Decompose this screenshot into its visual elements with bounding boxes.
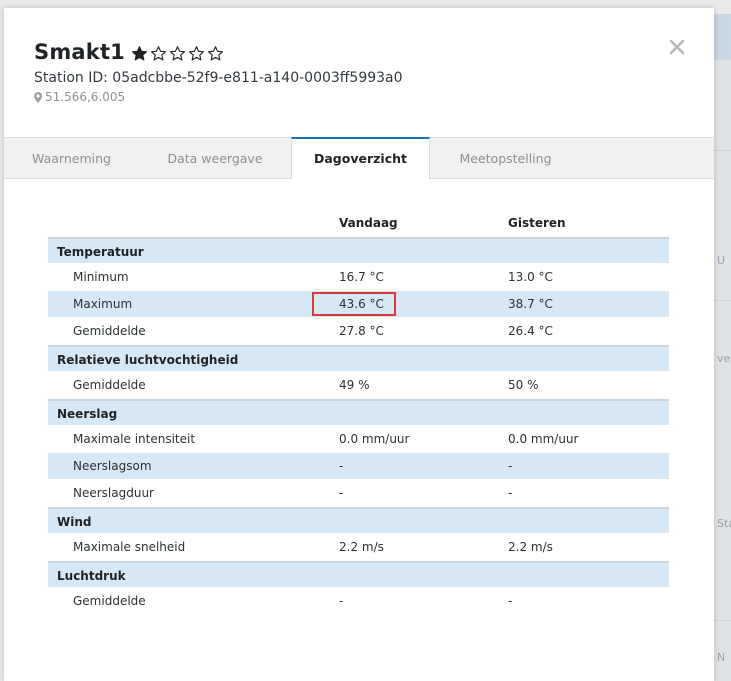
table-row: Maximale intensiteit 0.0 mm/uur 0.0 mm/uur xyxy=(48,426,669,453)
value-yesterday: - xyxy=(508,594,513,608)
station-id: Station ID: 05adcbbe-52f9-e811-a140-0003… xyxy=(34,70,403,86)
value-today: - xyxy=(339,459,344,473)
map-label: N xyxy=(717,651,726,664)
section-title: Relatieve luchtvochtigheid xyxy=(57,353,239,367)
map-road xyxy=(714,300,731,301)
map-road xyxy=(714,620,731,621)
section-title: Neerslag xyxy=(57,407,118,421)
coordinates-text: 51.566,6.005 xyxy=(45,90,126,104)
highlight-box xyxy=(312,292,396,316)
star-empty-icon[interactable] xyxy=(188,45,205,62)
map-road xyxy=(714,150,731,151)
value-yesterday: 50 % xyxy=(508,378,539,392)
tab-bar: Waarneming Data weergave Dagoverzicht Me… xyxy=(4,137,714,179)
value-yesterday: 13.0 °C xyxy=(508,270,553,284)
row-label: Neerslagsom xyxy=(73,459,152,473)
star-empty-icon[interactable] xyxy=(207,45,224,62)
table-row: Neerslagsom - - xyxy=(48,453,669,480)
map-label: Sta xyxy=(717,517,731,530)
star-rating[interactable] xyxy=(131,45,226,62)
row-label: Maximale snelheid xyxy=(73,540,186,554)
column-header-yesterday: Gisteren xyxy=(508,216,566,230)
map-header-strip xyxy=(714,14,731,60)
value-yesterday: 2.2 m/s xyxy=(508,540,553,554)
section-title: Temperatuur xyxy=(57,245,144,259)
section-title: Wind xyxy=(57,515,92,529)
station-coordinates: 51.566,6.005 xyxy=(34,90,125,104)
daily-overview-table: Vandaag Gisteren Temperatuur Minimum 16.7 … xyxy=(48,213,669,615)
row-label: Neerslagduur xyxy=(73,486,154,500)
map-pin-icon xyxy=(34,91,42,103)
station-name: Smakt1 xyxy=(34,40,125,64)
star-empty-icon[interactable] xyxy=(150,45,167,62)
table-row: Minimum 16.7 °C 13.0 °C xyxy=(48,264,669,291)
table-row: Gemiddelde - - xyxy=(48,588,669,615)
value-yesterday: 38.7 °C xyxy=(508,297,553,311)
section-title: Luchtdruk xyxy=(57,569,126,583)
map-area[interactable] xyxy=(714,60,731,681)
tab-data-weergave[interactable]: Data weergave xyxy=(139,138,291,179)
value-today: - xyxy=(339,594,344,608)
row-label: Gemiddelde xyxy=(73,594,146,608)
close-icon[interactable] xyxy=(668,38,686,56)
table-section-row: Temperatuur xyxy=(48,237,669,264)
table-section-row: Luchtdruk xyxy=(48,561,669,588)
value-today: - xyxy=(339,486,344,500)
table-header: Vandaag Gisteren xyxy=(48,213,669,237)
table-section-row: Neerslag xyxy=(48,399,669,426)
table-section-row: Wind xyxy=(48,507,669,534)
value-yesterday: - xyxy=(508,486,513,500)
value-today: 2.2 m/s xyxy=(339,540,384,554)
station-modal: Smakt1 Station ID: 05adcbbe-52f9-e811-a1… xyxy=(4,8,714,681)
map-label: vel xyxy=(717,352,731,365)
table-row: Neerslagduur - - xyxy=(48,480,669,507)
table-section-row: Relatieve luchtvochtigheid xyxy=(48,345,669,372)
column-header-today: Vandaag xyxy=(339,216,398,230)
row-label: Maximum xyxy=(73,297,133,311)
row-label: Gemiddelde xyxy=(73,378,146,392)
value-today: 49 % xyxy=(339,378,370,392)
star-filled-icon[interactable] xyxy=(131,45,148,62)
tab-waarneming[interactable]: Waarneming xyxy=(4,138,139,179)
value-today: 16.7 °C xyxy=(339,270,384,284)
table-row: Gemiddelde 49 % 50 % xyxy=(48,372,669,399)
tab-meetopstelling[interactable]: Meetopstelling xyxy=(430,138,581,179)
row-label: Maximale intensiteit xyxy=(73,432,196,446)
table-row: Maximale snelheid 2.2 m/s 2.2 m/s xyxy=(48,534,669,561)
table-row: Gemiddelde 27.8 °C 26.4 °C xyxy=(48,318,669,345)
map-label: U xyxy=(717,254,726,267)
row-label: Gemiddelde xyxy=(73,324,146,338)
value-yesterday: 0.0 mm/uur xyxy=(508,432,579,446)
title-row: Smakt1 xyxy=(34,40,226,64)
tab-dagoverzicht[interactable]: Dagoverzicht xyxy=(291,137,430,179)
table-row: Maximum 43.6 °C 38.7 °C xyxy=(48,291,669,318)
value-yesterday: - xyxy=(508,459,513,473)
star-empty-icon[interactable] xyxy=(169,45,186,62)
value-yesterday: 26.4 °C xyxy=(508,324,553,338)
value-today: 0.0 mm/uur xyxy=(339,432,410,446)
value-today: 27.8 °C xyxy=(339,324,384,338)
row-label: Minimum xyxy=(73,270,129,284)
modal-header: Smakt1 Station ID: 05adcbbe-52f9-e811-a1… xyxy=(4,8,714,137)
